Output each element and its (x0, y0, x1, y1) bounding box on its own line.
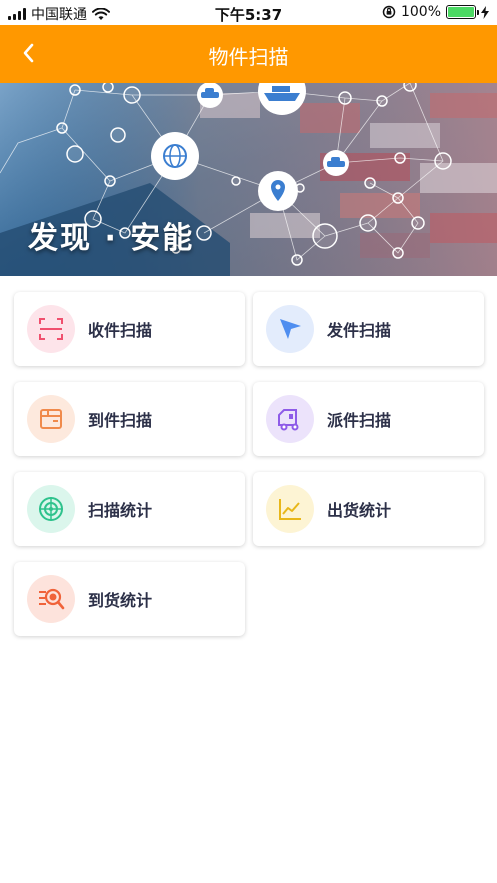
status-right: 100% (382, 4, 489, 20)
search-list-icon (39, 588, 65, 610)
banner-image: 发现 · 安能 (0, 83, 497, 276)
menu-icon-circle (27, 395, 75, 443)
menu-item-label: 到货统计 (88, 591, 153, 610)
scan-frame-icon (39, 318, 63, 340)
menu-item-send-scan[interactable]: 发件扫描 (253, 292, 484, 366)
menu-item-arrival-statistics[interactable]: 到货统计 (14, 562, 245, 636)
menu-item-label: 发件扫描 (327, 321, 392, 340)
menu-item-label: 派件扫描 (327, 411, 392, 430)
car-node-icon-2 (323, 150, 349, 176)
car-node-icon (197, 83, 223, 108)
battery-percent: 100% (400, 4, 441, 20)
navigation-bar: 物件扫描 (0, 25, 497, 83)
line-chart-icon (279, 499, 301, 520)
menu-item-label: 收件扫描 (88, 321, 153, 340)
location-pin-node-icon (258, 171, 298, 211)
orientation-lock-icon (382, 5, 396, 19)
menu-item-label: 到件扫描 (88, 411, 153, 430)
menu-item-receive-scan[interactable]: 收件扫描 (14, 292, 245, 366)
menu-item-scan-statistics[interactable]: 扫描统计 (14, 472, 245, 546)
page-title: 物件扫描 (208, 45, 289, 69)
menu-icon-circle (27, 305, 75, 353)
package-box-icon (40, 409, 62, 429)
globe-node-icon (151, 132, 199, 180)
menu-icon-circle (266, 305, 314, 353)
battery-icon (446, 5, 479, 19)
menu-item-label: 出货统计 (327, 501, 392, 520)
menu-item-dispatch-scan[interactable]: 派件扫描 (253, 382, 484, 456)
menu-item-arrival-scan[interactable]: 到件扫描 (14, 382, 245, 456)
status-bar: 中国联通 下午5:37 100% (0, 0, 497, 25)
send-arrow-icon (280, 319, 301, 339)
menu-item-label: 扫描统计 (88, 501, 153, 520)
menu-icon-circle (27, 485, 75, 533)
banner-slogan: 发现 · 安能 (28, 221, 195, 256)
menu-icon-circle (27, 575, 75, 623)
menu-icon-circle (266, 395, 314, 443)
charging-bolt-icon (481, 5, 489, 19)
menu-item-shipment-statistics[interactable]: 出货统计 (253, 472, 484, 546)
delivery-truck-icon (278, 409, 299, 431)
radar-target-icon (39, 497, 63, 521)
menu-icon-circle (266, 485, 314, 533)
